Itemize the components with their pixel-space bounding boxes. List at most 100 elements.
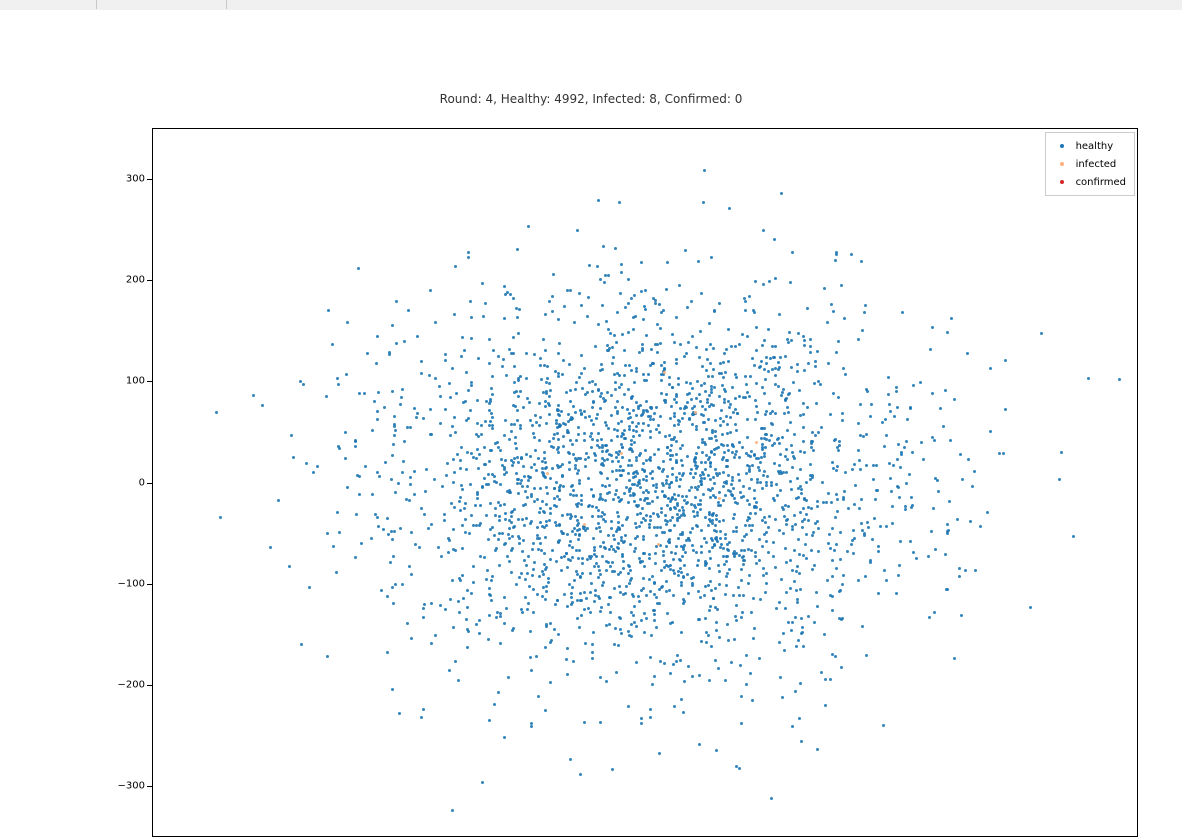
point-healthy: [487, 473, 490, 476]
point-healthy: [597, 565, 600, 568]
point-healthy: [698, 674, 701, 677]
point-healthy: [455, 392, 458, 395]
point-healthy: [591, 380, 594, 383]
point-healthy: [635, 367, 638, 370]
point-healthy: [459, 496, 462, 499]
point-healthy: [931, 392, 934, 395]
point-healthy: [391, 324, 394, 327]
point-healthy: [831, 595, 834, 598]
point-healthy: [640, 589, 643, 592]
point-healthy: [642, 373, 645, 376]
point-healthy: [578, 482, 581, 485]
point-healthy: [503, 543, 506, 546]
point-healthy: [727, 474, 730, 477]
point-healthy: [469, 300, 472, 303]
point-healthy: [655, 483, 658, 486]
point-healthy: [555, 481, 558, 484]
point-healthy: [555, 505, 558, 508]
point-healthy: [655, 406, 658, 409]
point-healthy: [544, 536, 547, 539]
point-healthy: [692, 510, 695, 513]
point-healthy: [705, 369, 708, 372]
point-healthy: [591, 515, 594, 518]
point-healthy: [686, 455, 689, 458]
point-healthy: [898, 564, 901, 567]
point-healthy: [261, 404, 264, 407]
point-healthy: [753, 453, 756, 456]
point-healthy: [498, 564, 501, 567]
point-healthy: [529, 656, 532, 659]
point-healthy: [623, 393, 626, 396]
point-healthy: [510, 515, 513, 518]
point-healthy: [773, 442, 776, 445]
point-healthy: [841, 412, 844, 415]
point-healthy: [539, 364, 542, 367]
point-healthy: [545, 503, 548, 506]
point-healthy: [363, 392, 366, 395]
point-healthy: [699, 499, 702, 502]
point-healthy: [721, 384, 724, 387]
point-healthy: [707, 474, 710, 477]
point-healthy: [959, 453, 962, 456]
point-healthy: [522, 465, 525, 468]
point-healthy: [735, 530, 738, 533]
point-healthy: [590, 446, 593, 449]
point-healthy: [624, 306, 627, 309]
point-healthy: [575, 459, 578, 462]
point-healthy: [521, 485, 524, 488]
point-healthy: [727, 449, 730, 452]
point-healthy: [701, 451, 704, 454]
point-healthy: [829, 413, 832, 416]
point-healthy: [390, 478, 393, 481]
point-healthy: [749, 455, 752, 458]
point-healthy: [627, 630, 630, 633]
point-healthy: [758, 366, 761, 369]
point-healthy: [660, 379, 663, 382]
point-healthy: [371, 493, 374, 496]
point-healthy: [544, 405, 547, 408]
point-healthy: [956, 518, 959, 521]
point-healthy: [832, 467, 835, 470]
point-healthy: [712, 404, 715, 407]
point-healthy: [764, 413, 767, 416]
point-healthy: [466, 451, 469, 454]
point-healthy: [783, 515, 786, 518]
point-healthy: [754, 399, 757, 402]
point-healthy: [480, 424, 483, 427]
point-healthy: [762, 474, 765, 477]
point-healthy: [583, 608, 586, 611]
point-healthy: [488, 402, 491, 405]
point-healthy: [494, 507, 497, 510]
point-healthy: [739, 491, 742, 494]
point-healthy: [629, 494, 632, 497]
point-healthy: [512, 461, 515, 464]
point-healthy: [598, 526, 601, 529]
point-healthy: [797, 487, 800, 490]
point-healthy: [630, 623, 633, 626]
point-healthy: [700, 461, 703, 464]
point-healthy: [707, 458, 710, 461]
point-healthy: [688, 418, 691, 421]
point-healthy: [620, 420, 623, 423]
point-healthy: [620, 536, 623, 539]
point-healthy: [865, 654, 868, 657]
point-healthy: [497, 691, 500, 694]
point-healthy: [842, 367, 845, 370]
point-healthy: [595, 555, 598, 558]
point-healthy: [410, 573, 413, 576]
point-healthy: [722, 485, 725, 488]
point-healthy: [398, 712, 401, 715]
point-healthy: [656, 323, 659, 326]
point-healthy: [501, 532, 504, 535]
point-healthy: [593, 546, 596, 549]
point-healthy: [481, 781, 484, 784]
point-healthy: [778, 464, 781, 467]
point-healthy: [593, 565, 596, 568]
point-healthy: [704, 408, 707, 411]
point-healthy: [718, 302, 721, 305]
point-healthy: [548, 300, 551, 303]
point-healthy: [569, 758, 572, 761]
point-healthy: [683, 355, 686, 358]
point-healthy: [491, 424, 494, 427]
point-healthy: [841, 583, 844, 586]
